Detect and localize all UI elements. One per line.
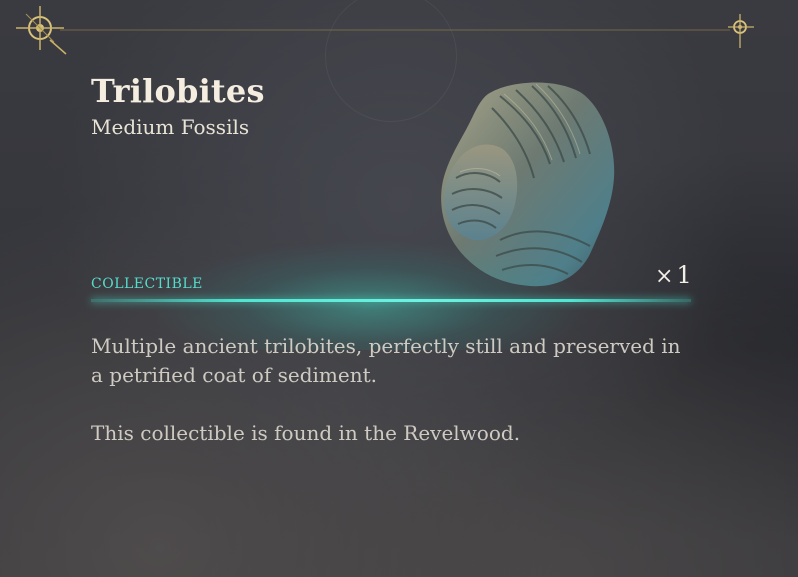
quantity-value: 1 xyxy=(676,261,692,289)
quantity-multiplier: × xyxy=(655,264,674,289)
left-compass-ornament-icon xyxy=(16,6,67,55)
description-location: This collectible is found in the Revelwo… xyxy=(91,421,521,445)
accent-divider xyxy=(91,299,691,302)
right-compass-ornament-icon xyxy=(728,14,754,48)
trilobite-fossil-icon xyxy=(441,82,615,287)
item-description: Multiple ancient trilobites, perfectly s… xyxy=(91,332,691,477)
quantity-label: × 1 xyxy=(655,261,692,289)
item-subtitle: Medium Fossils xyxy=(91,115,250,139)
item-detail-screen: Trilobites Medium Fossils COLLECTIBLE × … xyxy=(0,0,798,577)
description-paragraph: Multiple ancient trilobites, perfectly s… xyxy=(91,334,681,387)
top-ornament-rule xyxy=(16,6,754,55)
category-label: COLLECTIBLE xyxy=(91,276,203,292)
item-title: Trilobites xyxy=(91,72,265,110)
